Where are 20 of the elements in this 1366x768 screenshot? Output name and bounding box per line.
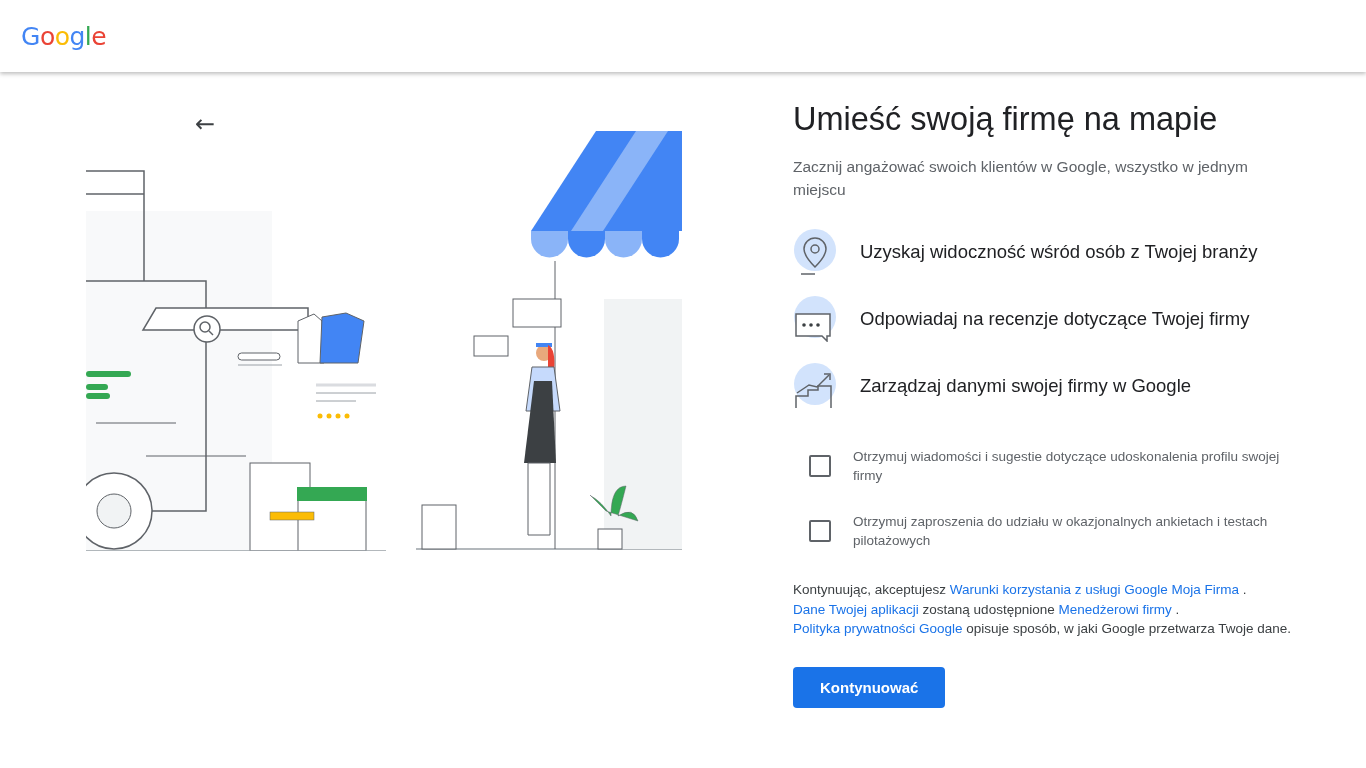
checkbox-label: Otrzymuj wiadomości i sugestie dotyczące udoskonalenia profilu swojej firmy xyxy=(853,448,1281,485)
review-bubble-icon xyxy=(793,296,837,342)
location-pin-icon xyxy=(793,229,837,275)
back-button[interactable]: ← xyxy=(193,110,218,138)
terms-link[interactable]: Warunki korzystania z usługi Google Moja Firma xyxy=(949,582,1239,597)
terms-link[interactable]: Polityka prywatności Google xyxy=(793,621,963,636)
terms-link[interactable]: Menedżerowi firmy xyxy=(1058,601,1172,617)
page-title: Umieść swoją firmę na mapie xyxy=(793,100,1219,139)
feature-text: Odpowiadaj na recenzje dotyczące Twojej firmy xyxy=(860,308,1250,330)
checkbox-label: Otrzymuj zaproszenia do udziału w okazjonalnych ankietach i testach pilotażowych xyxy=(853,513,1269,550)
google-logo[interactable]: Google xyxy=(21,21,107,51)
checkbox[interactable] xyxy=(809,455,831,477)
feature-text: Uzyskaj widoczność wśród osób z Twojej branży xyxy=(860,241,1258,263)
terms-link[interactable]: Dane Twojej aplikacji xyxy=(793,601,919,617)
continue-button[interactable]: Kontynuować xyxy=(793,666,946,708)
checkbox[interactable] xyxy=(809,520,831,542)
subtitle: Zacznij angażować swoich klientów w Google, wszystko w jednym miejscu xyxy=(793,157,1249,200)
chart-growth-icon xyxy=(793,363,837,409)
terms-text: Kontynuując, akceptujesz Warunki korzystania z usługi Google Moja Firma . Dane Twojej aplikacji zostaną udostępnione Menedżerowi firmy . Polityka prywatności Google opisuje sposób, w jaki Google przetwarza Twoje dane. xyxy=(793,581,1293,638)
feature-text: Zarządzaj danymi swojej firmy w Google xyxy=(860,375,1192,397)
